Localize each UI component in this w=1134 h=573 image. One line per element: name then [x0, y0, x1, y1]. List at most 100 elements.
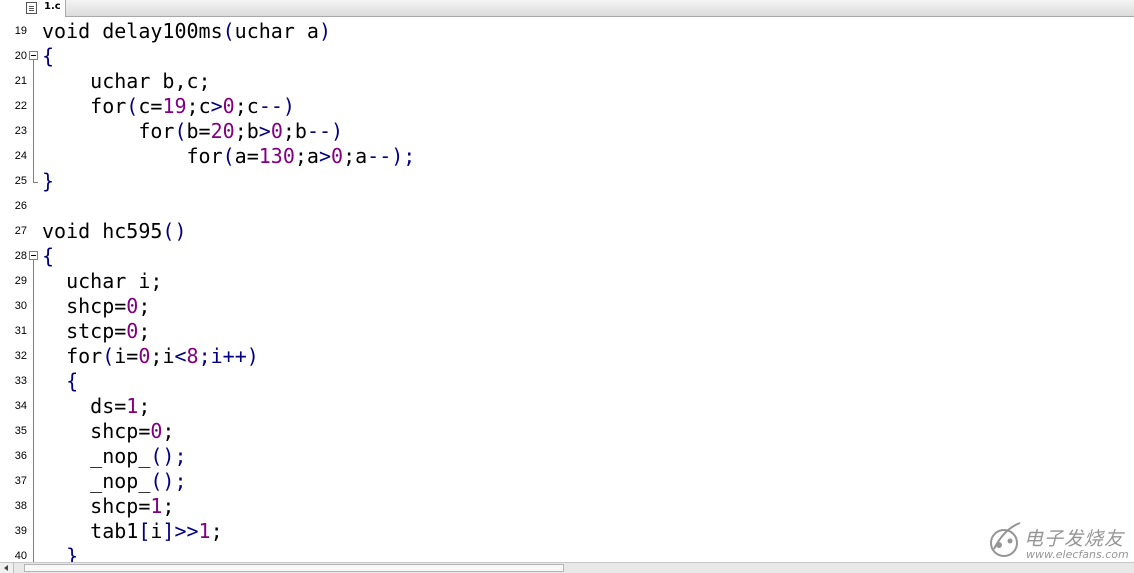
code-line[interactable]: shcp=0; [42, 419, 174, 444]
code-line[interactable]: shcp=1; [42, 494, 174, 519]
tab-file[interactable]: 1.c [0, 0, 66, 17]
code-token: b= [186, 119, 211, 143]
code-line[interactable]: { [42, 369, 78, 394]
code-token: } [42, 169, 55, 193]
code-token: ;c [186, 94, 211, 118]
code-line[interactable]: _nop_(); [42, 469, 186, 494]
code-token: ; [138, 294, 151, 318]
document-icon [26, 2, 37, 14]
code-token: shcp= [42, 494, 151, 518]
line-number: 35 [14, 425, 27, 437]
code-token: (); [150, 444, 187, 468]
code-token: ds= [42, 394, 127, 418]
code-token: > [210, 94, 223, 118]
code-token: shcp= [42, 419, 151, 443]
code-line[interactable]: { [42, 244, 54, 269]
code-token: ( [102, 344, 115, 368]
code-token: ) [318, 19, 332, 43]
code-token: { [42, 44, 55, 68]
code-token: ( [174, 119, 187, 143]
code-line[interactable]: uchar i; [42, 269, 162, 294]
line-number: 26 [14, 200, 27, 212]
line-number: 25 [14, 175, 27, 187]
line-number: 30 [14, 300, 27, 312]
fold-end [33, 182, 38, 183]
code-token: ;b [234, 119, 259, 143]
code-token: 0 [270, 119, 283, 143]
code-token: 1 [150, 494, 163, 518]
tab-bar: 1.c [0, 0, 1134, 17]
code-token: uchar i; [42, 269, 163, 293]
code-token: 130 [258, 144, 295, 168]
code-line[interactable]: for(c=19;c>0;c--) [42, 94, 295, 119]
code-token: ; [162, 494, 175, 518]
code-token: ;c [234, 94, 259, 118]
code-line[interactable]: { [42, 44, 54, 69]
line-number: 34 [14, 400, 27, 412]
line-number: 37 [14, 475, 27, 487]
code-token: --) [258, 94, 295, 118]
code-token: < [174, 344, 187, 368]
code-token: ]>> [162, 519, 199, 543]
code-token: for [42, 94, 127, 118]
code-token: { [42, 244, 55, 268]
code-line[interactable]: for(b=20;b>0;b--) [42, 119, 343, 144]
horizontal-scrollbar[interactable] [0, 562, 1134, 573]
scroll-left-icon[interactable] [0, 563, 14, 573]
code-token: > [258, 119, 271, 143]
code-token: uchar b,c; [42, 69, 211, 93]
code-line[interactable]: void hc595() [42, 219, 187, 244]
code-token: uchar a [234, 19, 319, 43]
code-token: ; [162, 419, 175, 443]
code-line[interactable]: ds=1; [42, 394, 150, 419]
watermark-text: 电子发烧友 [1024, 528, 1125, 550]
scroll-thumb[interactable] [24, 564, 564, 572]
code-token: for [42, 119, 175, 143]
line-number: 24 [14, 150, 27, 162]
code-line[interactable]: uchar b,c; [42, 69, 211, 94]
code-line[interactable]: void delay100ms(uchar a) [42, 19, 331, 44]
code-token: void delay100ms [42, 19, 223, 43]
code-token: ;a [343, 144, 368, 168]
code-token: _nop_ [42, 469, 151, 493]
code-editor[interactable]: 19 20 21 22 23 24 25 26 27 28 29 30 31 32 33 34 35 36 37 38… [0, 18, 1134, 562]
line-number: 23 [14, 125, 27, 137]
fold-line [33, 260, 34, 562]
code-token: _nop_ [42, 444, 151, 468]
fold-collapse-icon[interactable] [29, 251, 38, 260]
fold-line [33, 60, 34, 182]
code-line[interactable]: stcp=0; [42, 319, 150, 344]
code-line[interactable]: _nop_(); [42, 444, 187, 469]
elecfans-logo-icon [990, 522, 1021, 557]
code-token: --) [306, 119, 344, 143]
code-line[interactable]: } [42, 169, 54, 194]
code-token: { [42, 369, 79, 393]
code-line[interactable]: shcp=0; [42, 294, 150, 319]
code-token: --); [367, 144, 416, 168]
fold-collapse-icon[interactable] [29, 51, 38, 60]
line-number: 36 [14, 450, 27, 462]
code-token: ; [210, 519, 223, 543]
code-line[interactable]: } [42, 544, 78, 562]
code-token: c= [138, 94, 163, 118]
line-number: 33 [14, 375, 27, 387]
code-token: 1 [126, 394, 139, 418]
line-number: 27 [14, 225, 27, 237]
code-token: ;a [294, 144, 319, 168]
code-token: for [42, 344, 103, 368]
code-line[interactable]: tab1[i]>>1; [42, 519, 223, 544]
code-token: 0 [150, 419, 163, 443]
code-token: [ [138, 519, 151, 543]
line-number: 29 [14, 275, 27, 287]
line-number-gutter: 19 20 21 22 23 24 25 26 27 28 29 30 31 32 33 34 35 36 37 38… [0, 18, 38, 562]
code-token: ( [222, 144, 235, 168]
code-line[interactable]: for(a=130;a>0;a--); [42, 144, 415, 169]
code-line[interactable]: for(i=0;i<8;i++) [42, 344, 259, 369]
code-token: 0 [222, 94, 235, 118]
code-token: i [150, 519, 163, 543]
code-token: () [162, 219, 187, 243]
code-token: > [318, 144, 332, 168]
line-number: 19 [14, 25, 27, 37]
line-number: 21 [14, 75, 27, 87]
code-token: ; [138, 394, 151, 418]
